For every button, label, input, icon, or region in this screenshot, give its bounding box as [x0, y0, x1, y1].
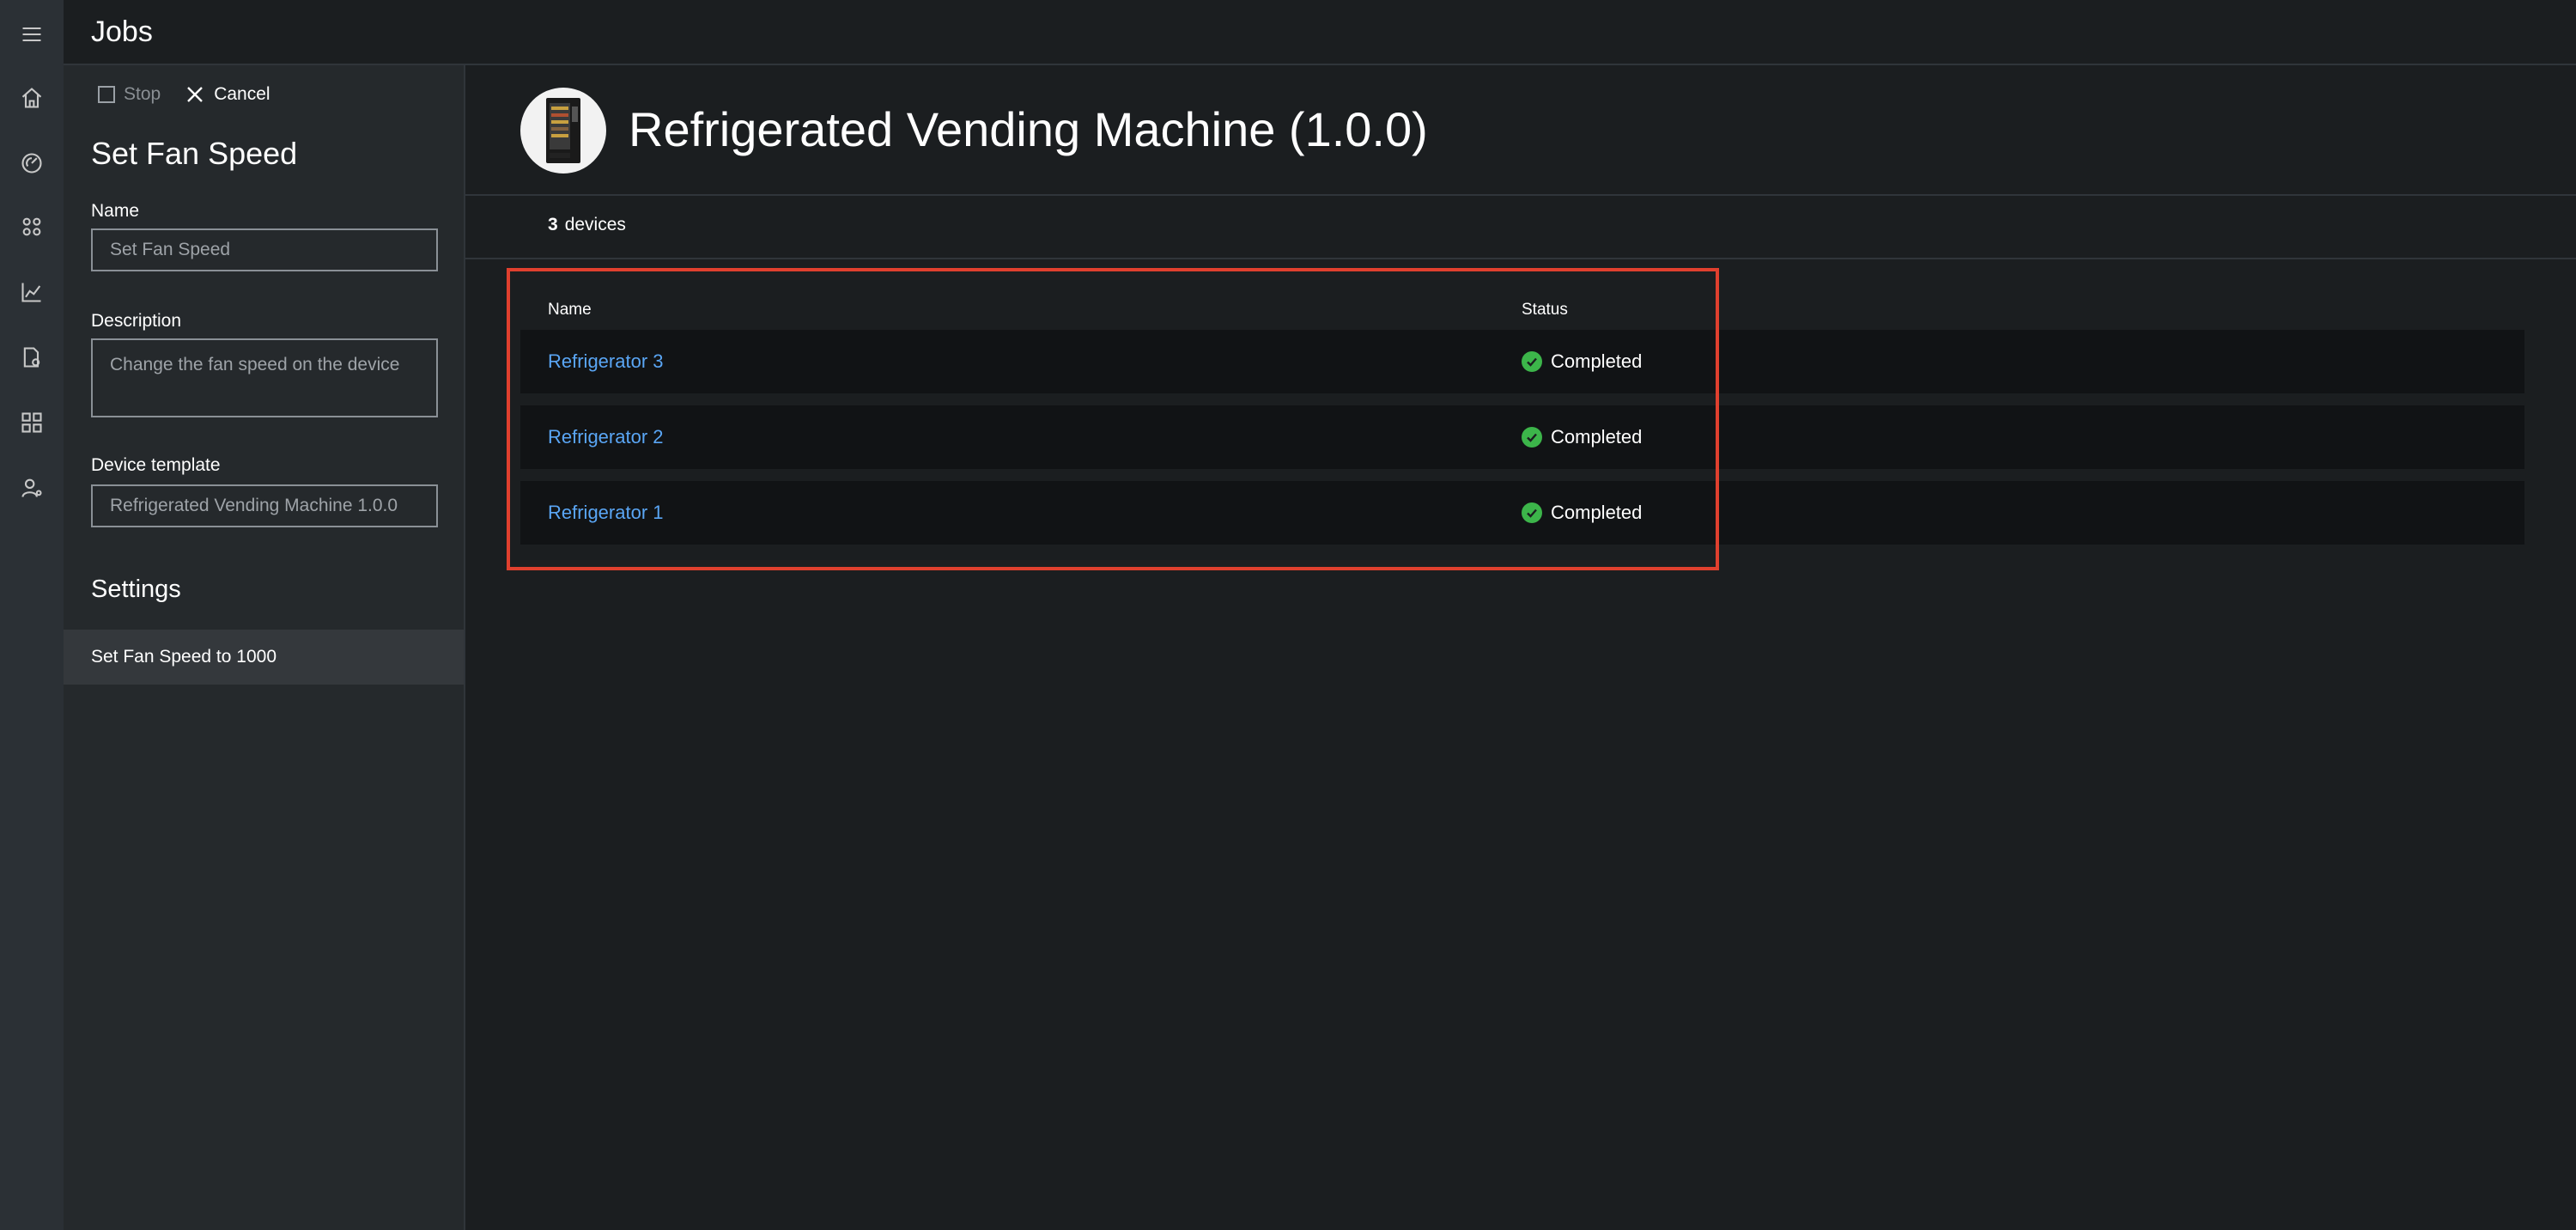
success-check-icon [1522, 502, 1542, 523]
status-cell: Completed [1522, 426, 1642, 448]
left-nav-rail [0, 0, 64, 1230]
dashboard-icon[interactable] [16, 148, 47, 179]
success-check-icon [1522, 351, 1542, 372]
page-title: Jobs [91, 15, 153, 48]
apps-icon[interactable] [16, 407, 47, 438]
device-template-field[interactable]: Refrigerated Vending Machine 1.0.0 [91, 484, 438, 527]
column-header-name[interactable]: Name [548, 301, 592, 320]
name-field[interactable]: Set Fan Speed [91, 228, 438, 271]
status-text: Completed [1551, 502, 1643, 523]
status-text: Completed [1551, 426, 1643, 448]
settings-item[interactable]: Set Fan Speed to 1000 [64, 630, 464, 685]
command-bar: Stop Cancel [98, 84, 270, 105]
device-count-number: 3 [548, 215, 558, 234]
name-label: Name [91, 201, 140, 221]
cancel-label: Cancel [214, 84, 270, 104]
success-check-icon [1522, 427, 1542, 448]
device-link[interactable]: Refrigerator 1 [548, 502, 664, 524]
settings-item-label: Set Fan Speed to 1000 [91, 647, 276, 667]
user-icon[interactable] [16, 472, 47, 503]
divider [465, 194, 2576, 196]
device-template-icon[interactable] [16, 342, 47, 373]
device-template-title: Refrigerated Vending Machine (1.0.0) [629, 102, 1428, 156]
stop-button[interactable]: Stop [98, 84, 161, 105]
stop-label: Stop [124, 84, 161, 104]
description-field[interactable]: Change the fan speed on the device [91, 338, 438, 417]
job-details-panel: Stop Cancel Set Fan Speed Name Set Fan S… [64, 65, 465, 1230]
status-cell: Completed [1522, 502, 1642, 524]
table-header: Name Status [520, 290, 2524, 330]
device-count-suffix: devices [564, 215, 626, 234]
status-cell: Completed [1522, 350, 1642, 373]
main-content: Refrigerated Vending Machine (1.0.0) 3 de… [465, 65, 2576, 1230]
menu-icon[interactable] [16, 19, 47, 50]
table-row[interactable]: Refrigerator 2 Completed [520, 405, 2524, 469]
divider [465, 258, 2576, 259]
description-label: Description [91, 311, 182, 331]
close-icon [187, 87, 204, 102]
table-row[interactable]: Refrigerator 3 Completed [520, 330, 2524, 393]
device-template-label: Device template [91, 455, 221, 475]
vending-machine-icon [546, 98, 580, 163]
analytics-icon[interactable] [16, 277, 47, 308]
home-icon[interactable] [16, 82, 47, 113]
settings-heading: Settings [91, 575, 181, 603]
device-image [520, 88, 606, 174]
column-header-status[interactable]: Status [1522, 301, 1568, 320]
header-bar: Jobs [64, 0, 2576, 65]
cancel-button[interactable]: Cancel [185, 84, 270, 105]
table-row[interactable]: Refrigerator 1 Completed [520, 481, 2524, 545]
status-text: Completed [1551, 350, 1643, 372]
devices-icon[interactable] [16, 211, 47, 242]
device-link[interactable]: Refrigerator 2 [548, 426, 664, 448]
device-link[interactable]: Refrigerator 3 [548, 350, 664, 373]
device-count: 3 devices [548, 215, 626, 235]
stop-icon [98, 86, 115, 103]
job-title: Set Fan Speed [91, 136, 298, 171]
